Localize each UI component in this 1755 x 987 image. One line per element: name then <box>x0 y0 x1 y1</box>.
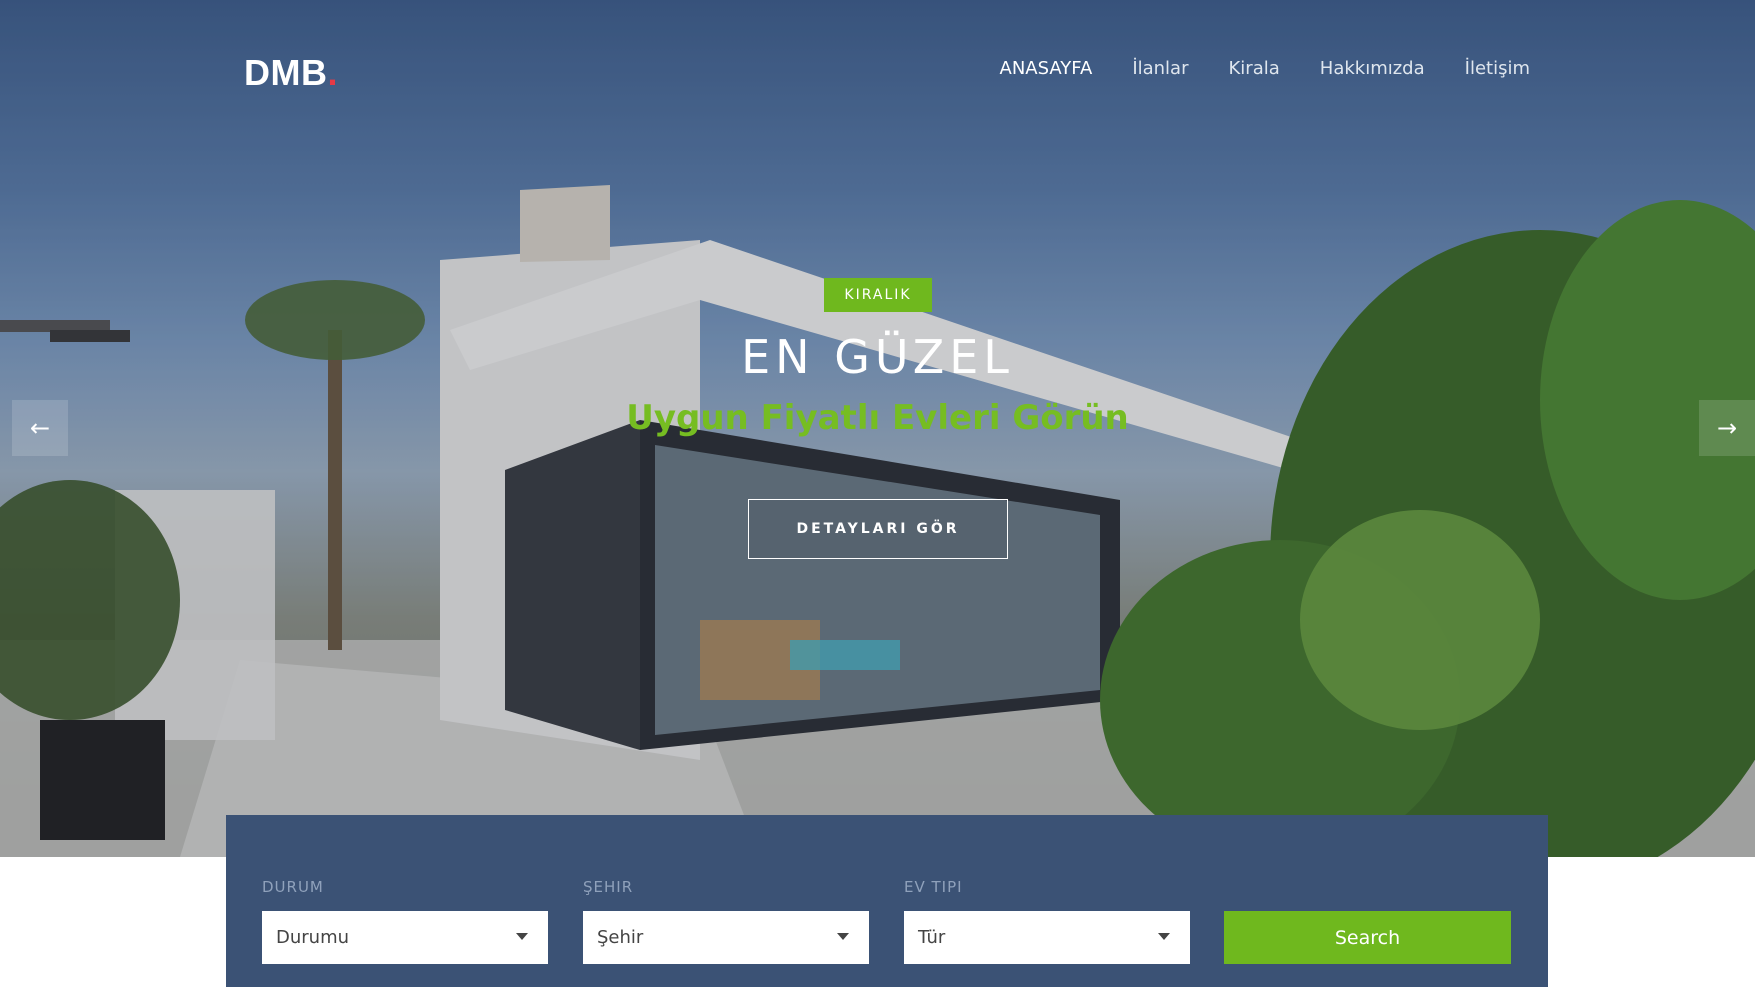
city-field-label: ŞEHIR <box>583 878 634 896</box>
search-button[interactable]: Search <box>1224 911 1511 964</box>
nav-item-ilanlar[interactable]: İlanlar <box>1132 58 1188 79</box>
nav-item-kirala[interactable]: Kirala <box>1229 58 1280 79</box>
chevron-down-icon <box>516 933 528 940</box>
listing-status-badge: KIRALIK <box>824 278 932 312</box>
city-select[interactable]: Şehir <box>583 911 869 964</box>
status-field-label: DURUM <box>262 878 324 896</box>
chevron-down-icon <box>1158 933 1170 940</box>
nav-item-hakkimizda[interactable]: Hakkımızda <box>1320 58 1425 79</box>
status-select-value: Durumu <box>276 927 350 948</box>
logo-dot: . <box>327 52 338 93</box>
status-select[interactable]: Durumu <box>262 911 548 964</box>
city-select-value: Şehir <box>597 927 644 948</box>
chevron-down-icon <box>837 933 849 940</box>
site-logo[interactable]: DMB. <box>244 52 338 94</box>
nav-item-iletisim[interactable]: İletişim <box>1465 58 1530 79</box>
nav-item-anasayfa[interactable]: ANASAYFA <box>1000 58 1093 79</box>
logo-text: DMB <box>244 52 328 93</box>
main-nav: ANASAYFA İlanlar Kirala Hakkımızda İleti… <box>1000 58 1530 79</box>
hero-section: DMB. ANASAYFA İlanlar Kirala Hakkımızda … <box>0 0 1755 857</box>
type-select-value: Tür <box>918 927 946 948</box>
type-select[interactable]: Tür <box>904 911 1190 964</box>
type-field-label: EV TIPI <box>904 878 963 896</box>
details-button[interactable]: DETAYLARI GÖR <box>748 499 1008 559</box>
hero-headline: EN GÜZEL <box>741 330 1014 384</box>
hero-subheadline: Uygun Fiyatlı Evleri Görün <box>626 398 1129 438</box>
